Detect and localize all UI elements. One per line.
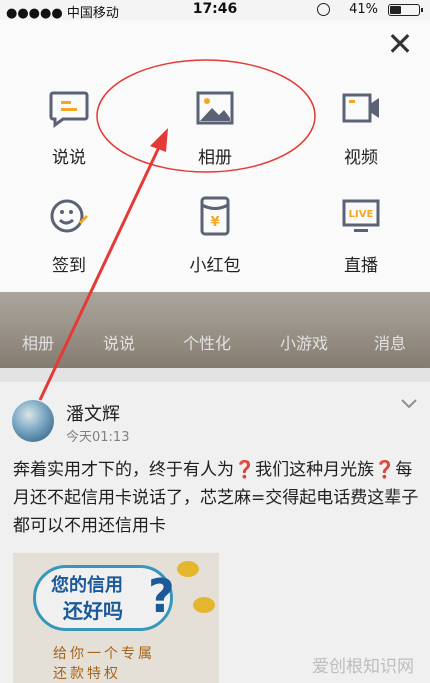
menu-item-album[interactable]: 相册 xyxy=(160,88,270,188)
photo-album-icon xyxy=(195,88,235,128)
menu-label-live: 直播 xyxy=(344,256,378,276)
battery-icon xyxy=(388,4,423,16)
rotation-lock-icon xyxy=(317,3,330,16)
red-packet-icon: ¥ xyxy=(195,196,235,236)
live-tv-icon: LIVE xyxy=(341,196,381,236)
svg-text:¥: ¥ xyxy=(210,215,219,230)
menu-item-checkin[interactable]: 签到 xyxy=(14,196,124,296)
menu-label-red-packet: 小红包 xyxy=(189,256,241,276)
menu-label-checkin: 签到 xyxy=(52,256,86,276)
menu-item-live[interactable]: LIVE 直播 xyxy=(306,196,416,296)
message-icon xyxy=(49,88,89,128)
check-in-icon xyxy=(49,196,89,236)
battery-percentage: 41% xyxy=(349,2,378,17)
menu-item-shuoshuo[interactable]: 说说 xyxy=(14,88,124,188)
video-camera-icon xyxy=(341,88,381,128)
menu-label-album: 相册 xyxy=(198,148,232,168)
svg-text:LIVE: LIVE xyxy=(349,209,374,220)
menu-item-video[interactable]: 视频 xyxy=(306,88,416,188)
menu-label-shuoshuo: 说说 xyxy=(52,148,86,168)
menu-label-video: 视频 xyxy=(344,148,378,168)
menu-item-red-packet[interactable]: ¥ 小红包 xyxy=(160,196,270,296)
battery-level xyxy=(390,6,401,14)
overlay-dim xyxy=(0,290,430,683)
status-bar: ●●●●● 中国移动 17:46 41% xyxy=(0,0,430,21)
close-icon[interactable]: ✕ xyxy=(385,28,415,60)
